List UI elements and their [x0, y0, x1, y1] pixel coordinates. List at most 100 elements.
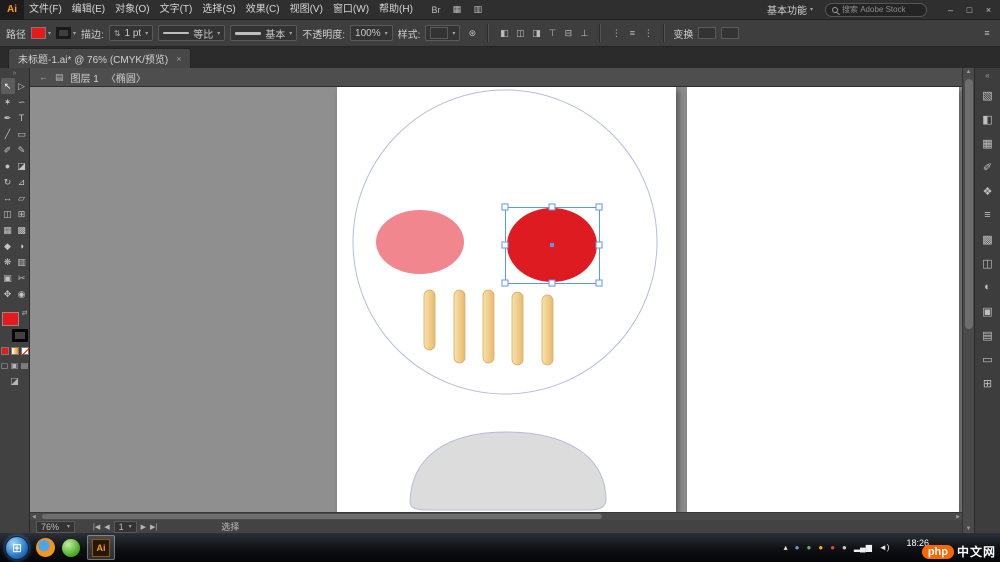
browser-taskbar-icon[interactable] — [36, 538, 55, 557]
blend-tool[interactable]: ◑ — [15, 238, 29, 254]
draw-normal-mode-icon[interactable]: ▢ — [0, 361, 9, 370]
align-left-icon[interactable]: ◧ — [497, 28, 511, 39]
color-guide-panel-icon[interactable]: ◧ — [975, 107, 1000, 131]
minimize-button[interactable]: – — [941, 2, 960, 18]
workspace-switcher[interactable]: 基本功能 ▾ — [767, 2, 813, 17]
tools-collapse-icon[interactable]: » — [13, 69, 17, 78]
eraser-tool[interactable]: ◪ — [15, 158, 29, 174]
free-transform-tool[interactable]: ▱ — [15, 190, 29, 206]
scroll-left-icon[interactable]: ◀ — [32, 514, 36, 520]
align-center-vertical-icon[interactable]: ⊟ — [561, 28, 575, 39]
close-tab-icon[interactable]: × — [176, 54, 181, 64]
stroke-proxy-swatch[interactable] — [11, 329, 28, 342]
breadcrumb-ellipse[interactable]: 〈椭圆〉 — [106, 70, 146, 85]
stroke-width-stepper[interactable]: ⇅ 1 pt ▾ — [108, 25, 154, 41]
first-artboard-button[interactable]: |◀ — [93, 523, 100, 531]
perspective-grid-tool[interactable]: ⊞ — [15, 206, 29, 222]
scroll-down-icon[interactable]: ▼ — [966, 526, 972, 532]
width-profile-dropdown[interactable]: 等比 ▾ — [158, 25, 226, 41]
distribute-center-icon[interactable]: ≡ — [625, 28, 639, 39]
rectangle-tool[interactable]: ▭ — [15, 126, 29, 142]
layers-panel-icon[interactable]: ▤ — [975, 323, 1000, 347]
hidden-icons-chevron[interactable]: ▴ — [784, 543, 788, 552]
line-segment-tool[interactable]: ╱ — [1, 126, 15, 142]
menu-edit[interactable]: 编辑(E) — [67, 0, 110, 19]
distribute-vertical-icon[interactable]: ⋮ — [609, 28, 623, 39]
brush-definition-dropdown[interactable]: 基本 ▾ — [230, 25, 298, 41]
appearance-panel-icon[interactable]: ◐ — [975, 275, 1000, 299]
scale-tool[interactable]: ⊿ — [15, 174, 29, 190]
menu-type[interactable]: 文字(T) — [155, 0, 198, 19]
panel-menu-icon[interactable]: ≡ — [980, 28, 994, 38]
bridge-icon[interactable]: Br — [430, 5, 442, 15]
horizontal-scrollbar[interactable]: ◀ ▶ — [30, 512, 962, 520]
document-tab[interactable]: 未标题-1.ai* @ 76% (CMYK/预览) × — [8, 48, 192, 68]
none-button[interactable] — [20, 347, 29, 355]
tray-app-gray-icon[interactable]: ● — [842, 543, 847, 552]
zoom-level-dropdown[interactable]: 76% ▾ — [36, 520, 76, 533]
align-panel-icon[interactable]: ⊞ — [975, 371, 1000, 395]
left-eye-ellipse[interactable] — [376, 210, 464, 274]
align-top-icon[interactable]: ⊤ — [545, 28, 559, 39]
swatches-panel-icon[interactable]: ▦ — [975, 131, 1000, 155]
pencil-tool[interactable]: ✎ — [15, 142, 29, 158]
menu-view[interactable]: 视图(V) — [285, 0, 328, 19]
fill-proxy-swatch[interactable] — [1, 312, 19, 326]
eyedropper-tool[interactable]: ◆ — [1, 238, 15, 254]
align-right-icon[interactable]: ◨ — [529, 28, 543, 39]
graphic-styles-panel-icon[interactable]: ▣ — [975, 299, 1000, 323]
artboards-panel-icon[interactable]: ▭ — [975, 347, 1000, 371]
chin-shape[interactable] — [409, 431, 607, 511]
illustrator-taskbar-icon[interactable]: Ai — [87, 535, 115, 560]
green-app-taskbar-icon[interactable] — [62, 538, 80, 557]
draw-behind-mode-icon[interactable]: ▣ — [10, 361, 19, 370]
screen-mode-icon[interactable]: ◪ — [10, 376, 19, 387]
canvas[interactable] — [30, 87, 962, 512]
transform-field-x[interactable] — [698, 27, 717, 39]
symbols-panel-icon[interactable]: ❖ — [975, 179, 1000, 203]
restore-button[interactable]: □ — [960, 2, 979, 18]
width-tool[interactable]: ↔ — [1, 190, 15, 206]
opacity-dropdown[interactable]: 100% ▾ — [350, 25, 393, 41]
selection-tool[interactable]: ↖ — [0, 78, 15, 94]
direct-selection-tool[interactable]: ▷ — [15, 78, 29, 94]
horizontal-scroll-thumb[interactable] — [42, 514, 602, 519]
color-button[interactable] — [0, 347, 9, 355]
next-artboard-button[interactable]: ▶ — [141, 523, 146, 531]
align-bottom-icon[interactable]: ⊥ — [577, 28, 591, 39]
lasso-tool[interactable]: ∽ — [15, 94, 29, 110]
draw-inside-mode-icon[interactable]: ▤ — [20, 361, 29, 370]
menu-select[interactable]: 选择(S) — [197, 0, 240, 19]
start-button[interactable]: ⊞ — [5, 535, 29, 560]
magic-wand-tool[interactable]: ✶ — [1, 94, 15, 110]
network-icon[interactable]: ▂▄▆ — [854, 543, 872, 552]
gradient-tool[interactable]: ▩ — [15, 222, 29, 238]
rotate-tool[interactable]: ↻ — [1, 174, 15, 190]
distribute-horizontal-icon[interactable]: ⋮ — [641, 28, 655, 39]
transparency-panel-icon[interactable]: ◫ — [975, 251, 1000, 275]
gradient-button[interactable] — [10, 347, 19, 355]
color-panel-icon[interactable]: ▧ — [975, 83, 1000, 107]
back-arrow-icon[interactable]: ← — [39, 72, 48, 82]
brushes-panel-icon[interactable]: ✐ — [975, 155, 1000, 179]
blob-brush-tool[interactable]: ● — [1, 158, 15, 174]
vertical-scroll-thumb[interactable] — [965, 79, 973, 329]
stroke-panel-icon[interactable]: ≡ — [975, 203, 1000, 227]
tray-app-green-icon[interactable]: ● — [807, 543, 812, 552]
type-tool[interactable]: T — [15, 110, 29, 126]
zoom-tool[interactable]: ◉ — [15, 286, 29, 302]
style-dropdown[interactable]: ▾ — [425, 25, 461, 41]
menu-file[interactable]: 文件(F) — [24, 0, 67, 19]
mesh-tool[interactable]: ▦ — [1, 222, 15, 238]
last-artboard-button[interactable]: ▶| — [150, 523, 157, 531]
artboard-number-dropdown[interactable]: 1 ▾ — [113, 520, 137, 533]
symbol-sprayer-tool[interactable]: ❋ — [1, 254, 15, 270]
previous-artboard-button[interactable]: ◀ — [104, 523, 109, 531]
scroll-up-icon[interactable]: ▲ — [966, 69, 972, 75]
document-layout-icon[interactable]: ▥ — [472, 4, 484, 15]
swap-fill-stroke-icon[interactable]: ⇄ — [22, 310, 28, 317]
menu-object[interactable]: 对象(O) — [110, 0, 154, 19]
vertical-scrollbar[interactable]: ▲ ▼ — [962, 68, 974, 533]
stock-search-input[interactable]: 搜索 Adobe Stock — [825, 2, 927, 17]
transform-field-y[interactable] — [721, 27, 740, 39]
